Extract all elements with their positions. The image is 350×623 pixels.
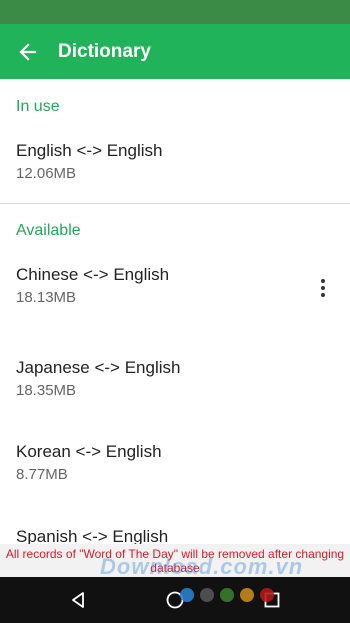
dictionary-name: Chinese <-> English [16, 265, 170, 284]
dictionary-size: 18.35MB [16, 382, 77, 399]
section-header-in-use: In use [16, 98, 60, 115]
watermark-dot [260, 588, 274, 602]
back-button[interactable] [0, 24, 56, 79]
watermark-dots [180, 588, 274, 602]
dictionary-size: 12.06MB [16, 165, 77, 182]
navigation-bar [0, 577, 350, 623]
nav-back-button[interactable] [65, 587, 91, 613]
page-title: Dictionary [58, 40, 151, 62]
status-bar [0, 0, 350, 24]
app-bar: Dictionary [0, 24, 350, 79]
section-header-available: Available [16, 222, 81, 239]
dictionary-size: 8.77MB [16, 466, 68, 483]
dictionary-size: 18.13MB [16, 289, 77, 306]
dictionary-name: Korean <-> English [16, 442, 162, 461]
section-divider [0, 203, 350, 204]
dictionary-name: Spanish <-> English [16, 527, 169, 544]
watermark-dot [200, 588, 214, 602]
dictionary-name: English <-> English [16, 141, 163, 160]
triangle-back-icon [72, 592, 84, 608]
watermark-dot [240, 588, 254, 602]
more-options-button[interactable] [312, 275, 334, 301]
more-vertical-icon [321, 279, 325, 283]
dictionary-list[interactable]: In use English <-> English 12.06MB Avail… [0, 79, 350, 544]
watermark-dot [220, 588, 234, 602]
arrow-left-icon [19, 42, 37, 61]
dictionary-name: Japanese <-> English [16, 358, 181, 377]
watermark-dot [180, 588, 194, 602]
